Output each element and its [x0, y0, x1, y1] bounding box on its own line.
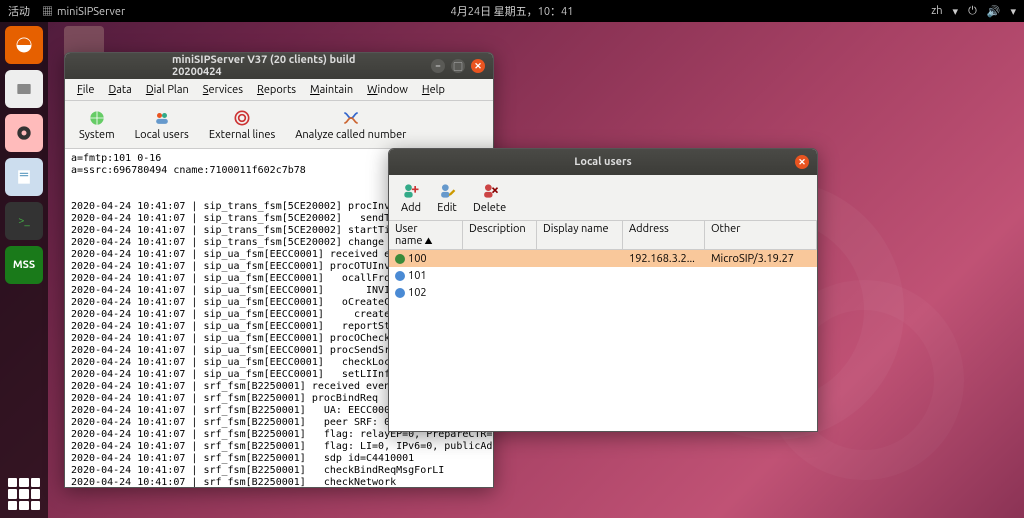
dock-terminal[interactable]: >_ — [5, 202, 43, 240]
tb-add[interactable]: Add — [393, 179, 429, 216]
menu-reports[interactable]: Reports — [251, 82, 302, 98]
col-address[interactable]: Address — [623, 221, 705, 249]
power-icon[interactable]: ▾ — [1010, 5, 1016, 18]
user-icon — [395, 271, 405, 281]
menu-maintain[interactable]: Maintain — [304, 82, 359, 98]
table-body[interactable]: 100192.168.3.2...MicroSIP/3.19.27101102 — [389, 250, 817, 431]
user-icon — [395, 288, 405, 298]
col-other[interactable]: Other — [705, 221, 817, 249]
menu-file[interactable]: File — [71, 82, 100, 98]
col-description[interactable]: Description — [463, 221, 537, 249]
window-local-users: Local users ✕ Add Edit Delete User name▲… — [388, 148, 818, 432]
dock-writer[interactable] — [5, 158, 43, 196]
show-apps-button[interactable] — [8, 478, 40, 510]
window-title: Local users — [574, 156, 631, 168]
close-button[interactable]: ✕ — [471, 59, 485, 73]
close-button[interactable]: ✕ — [795, 155, 809, 169]
tb-local-users[interactable]: Local users — [125, 106, 199, 143]
menu-data[interactable]: Data — [102, 82, 137, 98]
menu-dial-plan[interactable]: Dial Plan — [140, 82, 195, 98]
sort-asc-icon: ▲ — [425, 237, 433, 246]
network-icon[interactable]: ▾ — [953, 5, 959, 18]
table-row[interactable]: 100192.168.3.2...MicroSIP/3.19.27 — [389, 250, 817, 267]
dock-rhythmbox[interactable] — [5, 114, 43, 152]
dock-mss[interactable]: MSS — [5, 246, 43, 284]
launcher-dock: >_ MSS — [0, 22, 48, 518]
titlebar[interactable]: miniSIPServer V37 (20 clients) build 202… — [65, 53, 493, 79]
toolbar: System Local users External lines Analyz… — [65, 101, 493, 149]
tb-edit[interactable]: Edit — [429, 179, 465, 216]
menu-services[interactable]: Services — [197, 82, 249, 98]
tb-external-lines[interactable]: External lines — [199, 106, 285, 143]
tb-system[interactable]: System — [69, 106, 125, 143]
table-row[interactable]: 101 — [389, 267, 817, 284]
table-header: User name▲ Description Display name Addr… — [389, 221, 817, 250]
dock-firefox[interactable] — [5, 26, 43, 64]
menubar: FileDataDial PlanServicesReportsMaintain… — [65, 79, 493, 101]
col-displayname[interactable]: Display name — [537, 221, 623, 249]
app-menu[interactable]: ▦miniSIPServer — [42, 3, 125, 19]
toolbar: Add Edit Delete — [389, 175, 817, 221]
user-icon — [395, 254, 405, 264]
table-row[interactable]: 102 — [389, 284, 817, 301]
system-topbar: 活动 ▦miniSIPServer 4月24日 星期五，10：41 zh ▾ ⏻… — [0, 0, 1024, 22]
menu-help[interactable]: Help — [416, 82, 451, 98]
lang-indicator[interactable]: zh — [931, 5, 942, 17]
maximize-button[interactable]: ▢ — [451, 59, 465, 73]
tb-delete[interactable]: Delete — [465, 179, 514, 216]
tb-analyze[interactable]: Analyze called number — [285, 106, 416, 143]
volume-icon[interactable]: 🔊 — [987, 5, 1001, 18]
activities-button[interactable]: 活动 — [8, 3, 30, 19]
menu-window[interactable]: Window — [361, 82, 414, 98]
a11y-icon[interactable]: ⏻ — [968, 5, 977, 18]
minimize-button[interactable]: – — [431, 59, 445, 73]
titlebar[interactable]: Local users ✕ — [389, 149, 817, 175]
window-title: miniSIPServer V37 (20 clients) build 202… — [172, 54, 386, 78]
clock[interactable]: 4月24日 星期五，10：41 — [451, 3, 574, 19]
col-username[interactable]: User name▲ — [389, 221, 463, 249]
dock-files[interactable] — [5, 70, 43, 108]
